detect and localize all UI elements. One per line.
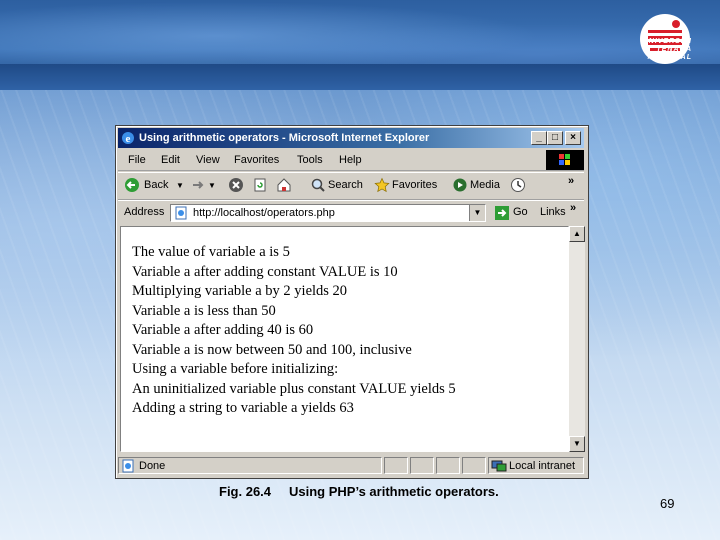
address-label: Address	[124, 206, 165, 218]
close-button[interactable]: ×	[565, 131, 581, 145]
scroll-down-icon[interactable]: ▼	[569, 436, 585, 452]
menu-tools[interactable]: Tools	[297, 154, 323, 166]
scroll-up-icon[interactable]: ▲	[569, 226, 585, 242]
go-button[interactable]: Go	[513, 206, 528, 218]
output-line: Variable a is now between 50 and 100, in…	[132, 341, 412, 358]
windows-logo-icon	[546, 150, 584, 170]
links-overflow-icon[interactable]: »	[570, 202, 576, 214]
search-button[interactable]: Search	[328, 179, 363, 191]
address-input[interactable]: http://localhost/operators.php ▼	[170, 204, 486, 222]
page-done-icon	[122, 459, 134, 473]
output-line: Using a variable before initializing:	[132, 361, 339, 377]
intranet-icon	[491, 460, 507, 472]
status-cell	[462, 457, 486, 474]
search-icon[interactable]	[310, 177, 326, 193]
figure-caption-text: Using PHP’s arithmetic operators.	[289, 484, 499, 499]
status-cell	[384, 457, 408, 474]
menu-help[interactable]: Help	[339, 154, 362, 166]
toolbar-overflow-icon[interactable]: »	[568, 175, 574, 187]
menu-file[interactable]: File	[128, 154, 146, 166]
php-output: The value of variable a is 5 Variable a …	[132, 243, 456, 419]
history-icon[interactable]	[510, 177, 526, 193]
slide-page-number: 69	[660, 496, 675, 511]
media-button[interactable]: Media	[470, 179, 500, 191]
favorites-button[interactable]: Favorites	[392, 179, 437, 191]
zone-cell: Local intranet	[488, 457, 584, 474]
zone-text: Local intranet	[509, 460, 576, 472]
output-line: The value of variable a is 5	[132, 244, 290, 260]
browser-window: e Using arithmetic operators - Microsoft…	[115, 125, 589, 479]
menu-favorites[interactable]: Favorites	[234, 154, 279, 166]
go-arrow-icon[interactable]	[494, 205, 510, 221]
status-bar: Done Local intranet	[118, 456, 584, 475]
title-bar[interactable]: e Using arithmetic operators - Microsoft…	[118, 128, 584, 148]
toolbar: Back ▼ ▼ Search Favorites Media »	[118, 172, 584, 200]
media-icon[interactable]	[452, 177, 468, 193]
page-content: The value of variable a is 5 Variable a …	[120, 226, 569, 452]
refresh-icon[interactable]	[252, 177, 268, 193]
maximize-button[interactable]: □	[547, 131, 563, 145]
page-icon	[175, 206, 187, 220]
back-arrow-icon[interactable]	[124, 177, 140, 193]
logo-wordmark: UNIVERSITI TENAGA NASIONAL	[642, 38, 692, 61]
links-button[interactable]: Links	[540, 206, 566, 218]
home-icon[interactable]	[276, 177, 292, 193]
output-line: Variable a is less than 50	[132, 302, 276, 319]
vertical-scrollbar[interactable]: ▲ ▼	[569, 226, 585, 452]
minimize-button[interactable]: _	[531, 131, 547, 145]
output-line: Multiplying variable a by 2 yields 20	[132, 283, 348, 299]
favorites-icon[interactable]	[374, 177, 390, 193]
window-title: Using arithmetic operators - Microsoft I…	[139, 132, 430, 144]
figure-number: Fig. 26.4	[219, 484, 272, 499]
forward-dropdown-icon[interactable]: ▼	[208, 181, 216, 190]
menu-edit[interactable]: Edit	[161, 154, 180, 166]
status-text: Done	[139, 460, 166, 472]
address-value: http://localhost/operators.php	[193, 207, 335, 219]
menu-view[interactable]: View	[196, 154, 220, 166]
ie-icon: e	[122, 132, 134, 145]
forward-arrow-icon[interactable]	[190, 177, 206, 193]
output-line: An uninitialized variable plus constant …	[132, 380, 456, 397]
status-main-cell: Done	[118, 457, 382, 474]
university-logo: UNIVERSITI TENAGA NASIONAL	[572, 10, 712, 70]
back-button[interactable]: Back	[144, 179, 168, 191]
menu-bar: File Edit View Favorites Tools Help	[118, 150, 584, 171]
address-dropdown-icon[interactable]: ▼	[469, 205, 485, 221]
svg-text:e: e	[126, 133, 131, 145]
output-line: Variable a after adding constant VALUE i…	[132, 263, 398, 280]
address-bar: Address http://localhost/operators.php ▼…	[118, 200, 584, 225]
output-line: Variable a after adding 40 is 60	[132, 322, 314, 338]
output-line: Adding a string to variable a yields 63	[132, 400, 354, 416]
status-cell	[410, 457, 434, 474]
back-dropdown-icon[interactable]: ▼	[176, 181, 184, 190]
status-cell	[436, 457, 460, 474]
stop-icon[interactable]	[228, 177, 244, 193]
